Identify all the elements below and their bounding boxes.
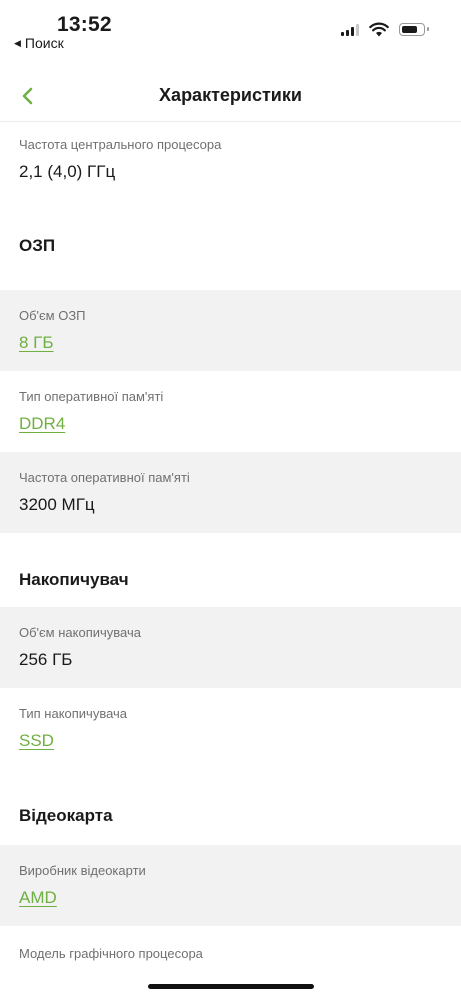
spec-row-cpu-frequency: Частота центрального процесора 2,1 (4,0)… [0,123,461,200]
section-title-gpu: Відеокарта [19,806,113,825]
spec-label: Тип оперативної пам'яті [19,389,164,404]
spec-value-link[interactable]: 8 ГБ [19,332,442,354]
spec-value: 3200 МГц [19,495,95,514]
spec-label: Виробник відеокарти [19,863,146,878]
spec-row-ram-frequency: Частота оперативної пам'яті 3200 МГц [0,452,461,533]
cellular-signal-icon [341,23,359,36]
battery-icon [399,23,429,36]
spec-label: Об'єм ОЗП [19,308,86,323]
spec-value: 256 ГБ [19,650,73,669]
section-title-storage: Накопичувач [19,570,129,589]
spec-list: Частота центрального процесора 2,1 (4,0)… [0,123,461,986]
system-icons [341,22,429,37]
spec-value: 2,1 (4,0) ГГц [19,162,116,181]
screen: 13:52 ◀ Поиск Характеристики Частота цен… [0,0,461,999]
back-to-app-link[interactable]: ◀ Поиск [14,35,64,51]
status-time: 13:52 [57,13,112,36]
home-indicator[interactable] [148,984,314,989]
spec-row-storage-type: Тип накопичувача SSD [0,688,461,769]
spec-value-link[interactable]: DDR4 [19,413,442,435]
page-title: Характеристики [159,85,302,105]
spec-row-ram-size: Об'єм ОЗП 8 ГБ [0,290,461,371]
spec-label: Об'єм накопичувача [19,625,141,640]
spec-value-link[interactable]: AMD [19,887,442,909]
spec-label: Частота центрального процесора [19,137,222,152]
spec-row-storage-size: Об'єм накопичувача 256 ГБ [0,607,461,688]
spec-row-gpu-vendor: Виробник відеокарти AMD [0,845,461,926]
wifi-icon [369,22,389,37]
status-bar: 13:52 ◀ Поиск [0,0,461,60]
spec-label: Частота оперативної пам'яті [19,470,190,485]
spec-row-ram-type: Тип оперативної пам'яті DDR4 [0,371,461,452]
spec-value-link[interactable]: SSD [19,730,442,752]
spec-label: Тип накопичувача [19,706,128,721]
back-to-app-label: Поиск [24,35,64,51]
nav-bar: Характеристики [0,70,461,122]
spec-row-gpu-model: Модель графічного процесора [0,926,461,986]
section-title-ram: ОЗП [19,236,56,255]
back-triangle-icon: ◀ [14,37,21,48]
spec-label: Модель графічного процесора [19,946,203,961]
